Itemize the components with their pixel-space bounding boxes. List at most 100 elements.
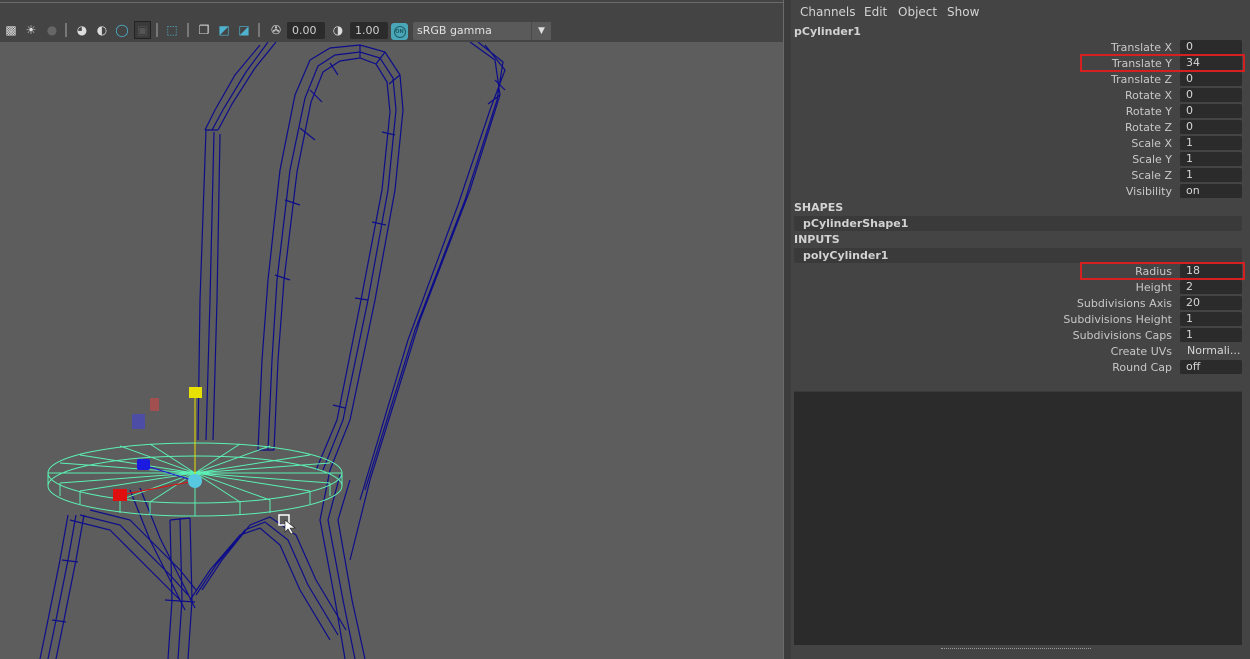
shadow-icon[interactable]: ● — [44, 22, 60, 38]
checker-icon[interactable]: ▩ — [3, 22, 19, 38]
attribute-row[interactable]: Height 2 — [791, 280, 1250, 295]
xray-icon[interactable]: ◪ — [236, 22, 252, 38]
attribute-row[interactable]: Scale Z 1 — [791, 168, 1250, 183]
menu-show[interactable]: Show — [947, 5, 979, 19]
manipulator-plane-yz — [132, 414, 145, 429]
mouse-cursor-icon — [278, 514, 296, 535]
channel-box-menubar: Channels Edit Object Show — [791, 3, 1250, 21]
exposure-field[interactable]: 0.00 — [287, 22, 325, 39]
attribute-label[interactable]: Scale Y — [1132, 153, 1172, 166]
3d-scene-canvas[interactable] — [0, 42, 783, 659]
attribute-row[interactable]: Round Cap off — [791, 360, 1250, 375]
color-space-value: sRGB gamma — [417, 24, 492, 37]
attribute-value-field[interactable]: Normali... — [1180, 344, 1242, 358]
toolbar-separator — [156, 23, 158, 37]
manipulator-x-handle — [113, 489, 127, 501]
transform-node-name[interactable]: pCylinder1 — [794, 25, 861, 38]
layer-editor-panel[interactable] — [794, 391, 1242, 645]
isolate-select-icon[interactable]: ▣ — [134, 21, 151, 39]
attribute-value-field[interactable]: 0 — [1180, 104, 1242, 118]
attribute-row[interactable]: Subdivisions Height 1 — [791, 312, 1250, 327]
attribute-value-field[interactable]: 0 — [1180, 72, 1242, 86]
viewport-toolbar: ▩ ☀ ● ◕ ◐ ◯ ▣ ⬚ ❐ ◩ ◪ ✇ 0.00 ◑ 1.00 ON s… — [0, 3, 783, 42]
attribute-value-field[interactable]: 0 — [1180, 120, 1242, 134]
attribute-value-field[interactable]: 1 — [1180, 152, 1242, 166]
attribute-row[interactable]: Rotate Z 0 — [791, 120, 1250, 135]
attribute-row[interactable]: Scale Y 1 — [791, 152, 1250, 167]
manipulator-y-handle — [189, 387, 202, 398]
chair-wireframe — [39, 42, 506, 659]
viewport-panel[interactable]: ▩ ☀ ● ◕ ◐ ◯ ▣ ⬚ ❐ ◩ ◪ ✇ 0.00 ◑ 1.00 ON s… — [0, 0, 783, 659]
toolbar-separator — [65, 23, 67, 37]
attribute-label[interactable]: Rotate Y — [1126, 105, 1172, 118]
menu-object[interactable]: Object — [898, 5, 937, 19]
attribute-row[interactable]: Create UVs Normali... — [791, 344, 1250, 359]
attribute-row[interactable]: Translate Z 0 — [791, 72, 1250, 87]
wireframe-shaded-icon[interactable]: ❐ — [196, 22, 212, 38]
input-node[interactable]: polyCylinder1 — [794, 248, 1242, 263]
chair-leg-cross-left — [69, 509, 197, 601]
attribute-label[interactable]: Visibility — [1126, 185, 1172, 198]
xray-joints-icon[interactable]: ◩ — [216, 22, 232, 38]
manipulator-z-handle — [137, 459, 150, 470]
attribute-label[interactable]: Subdivisions Axis — [1077, 297, 1172, 310]
menu-channels[interactable]: Channels — [800, 5, 856, 19]
attribute-label[interactable]: Radius — [1135, 265, 1172, 278]
attribute-row[interactable]: Rotate X 0 — [791, 88, 1250, 103]
color-management-on-icon: ON — [393, 25, 406, 38]
ambient-occlusion-icon[interactable]: ◕ — [74, 22, 90, 38]
attribute-label[interactable]: Rotate Z — [1125, 121, 1172, 134]
attribute-row[interactable]: Translate Y 34 — [791, 54, 1250, 72]
attribute-value-field[interactable]: 1 — [1180, 312, 1242, 326]
attribute-value-field[interactable]: 0 — [1180, 88, 1242, 102]
chair-back-left-post — [197, 42, 277, 441]
attribute-label[interactable]: Scale X — [1131, 137, 1172, 150]
motion-blur-icon[interactable]: ◐ — [94, 22, 110, 38]
shape-node[interactable]: pCylinderShape1 — [794, 216, 1242, 231]
attribute-value-field[interactable]: 34 — [1180, 56, 1242, 70]
chevron-down-icon[interactable]: ▼ — [531, 22, 551, 40]
attribute-row[interactable]: Radius 18 — [791, 262, 1250, 280]
attribute-label[interactable]: Scale Z — [1131, 169, 1172, 182]
attribute-row[interactable]: Subdivisions Axis 20 — [791, 296, 1250, 311]
chair-back-loop — [257, 44, 404, 471]
attribute-value-field[interactable]: 18 — [1180, 264, 1242, 278]
toolbar-separator — [258, 23, 260, 37]
attribute-row[interactable]: Translate X 0 — [791, 40, 1250, 55]
exposure-icon[interactable]: ✇ — [268, 22, 284, 38]
attribute-value-field[interactable]: 1 — [1180, 168, 1242, 182]
anti-alias-icon[interactable]: ◯ — [114, 22, 130, 38]
attribute-row[interactable]: Scale X 1 — [791, 136, 1250, 151]
attribute-value-field[interactable]: 20 — [1180, 296, 1242, 310]
chair-back-right-post — [349, 42, 506, 561]
attribute-row[interactable]: Visibility on — [791, 184, 1250, 199]
color-space-dropdown[interactable]: sRGB gamma ▼ — [413, 22, 551, 40]
attribute-label[interactable]: Translate Y — [1112, 57, 1172, 70]
attribute-value-field[interactable]: 0 — [1180, 40, 1242, 54]
attribute-label[interactable]: Round Cap — [1112, 361, 1172, 374]
attribute-label[interactable]: Subdivisions Caps — [1073, 329, 1172, 342]
attribute-value-field[interactable]: 1 — [1180, 328, 1242, 342]
attribute-label[interactable]: Translate X — [1111, 41, 1172, 54]
resize-handle[interactable] — [941, 648, 1091, 650]
attribute-value-field[interactable]: on — [1180, 184, 1242, 198]
gamma-icon[interactable]: ◑ — [330, 22, 346, 38]
chair-leg-front-left — [39, 514, 85, 659]
attribute-row[interactable]: Rotate Y 0 — [791, 104, 1250, 119]
attribute-label[interactable]: Rotate X — [1125, 89, 1172, 102]
attribute-value-field[interactable]: off — [1180, 360, 1242, 374]
attribute-label[interactable]: Height — [1136, 281, 1172, 294]
channel-box-panel: Channels Edit Object Show pCylinder1 Tra… — [791, 0, 1250, 659]
attribute-label[interactable]: Subdivisions Height — [1063, 313, 1172, 326]
light-icon[interactable]: ☀ — [23, 22, 39, 38]
attribute-label[interactable]: Create UVs — [1111, 345, 1172, 358]
attribute-value-field[interactable]: 2 — [1180, 280, 1242, 294]
attribute-label[interactable]: Translate Z — [1111, 73, 1172, 86]
attribute-row[interactable]: Subdivisions Caps 1 — [791, 328, 1250, 343]
gamma-field[interactable]: 1.00 — [350, 22, 388, 39]
attribute-value-field[interactable]: 1 — [1180, 136, 1242, 150]
xray-select-icon[interactable]: ⬚ — [164, 22, 180, 38]
menu-edit[interactable]: Edit — [864, 5, 887, 19]
color-management-toggle[interactable]: ON — [391, 23, 408, 40]
panel-splitter[interactable] — [783, 0, 791, 659]
